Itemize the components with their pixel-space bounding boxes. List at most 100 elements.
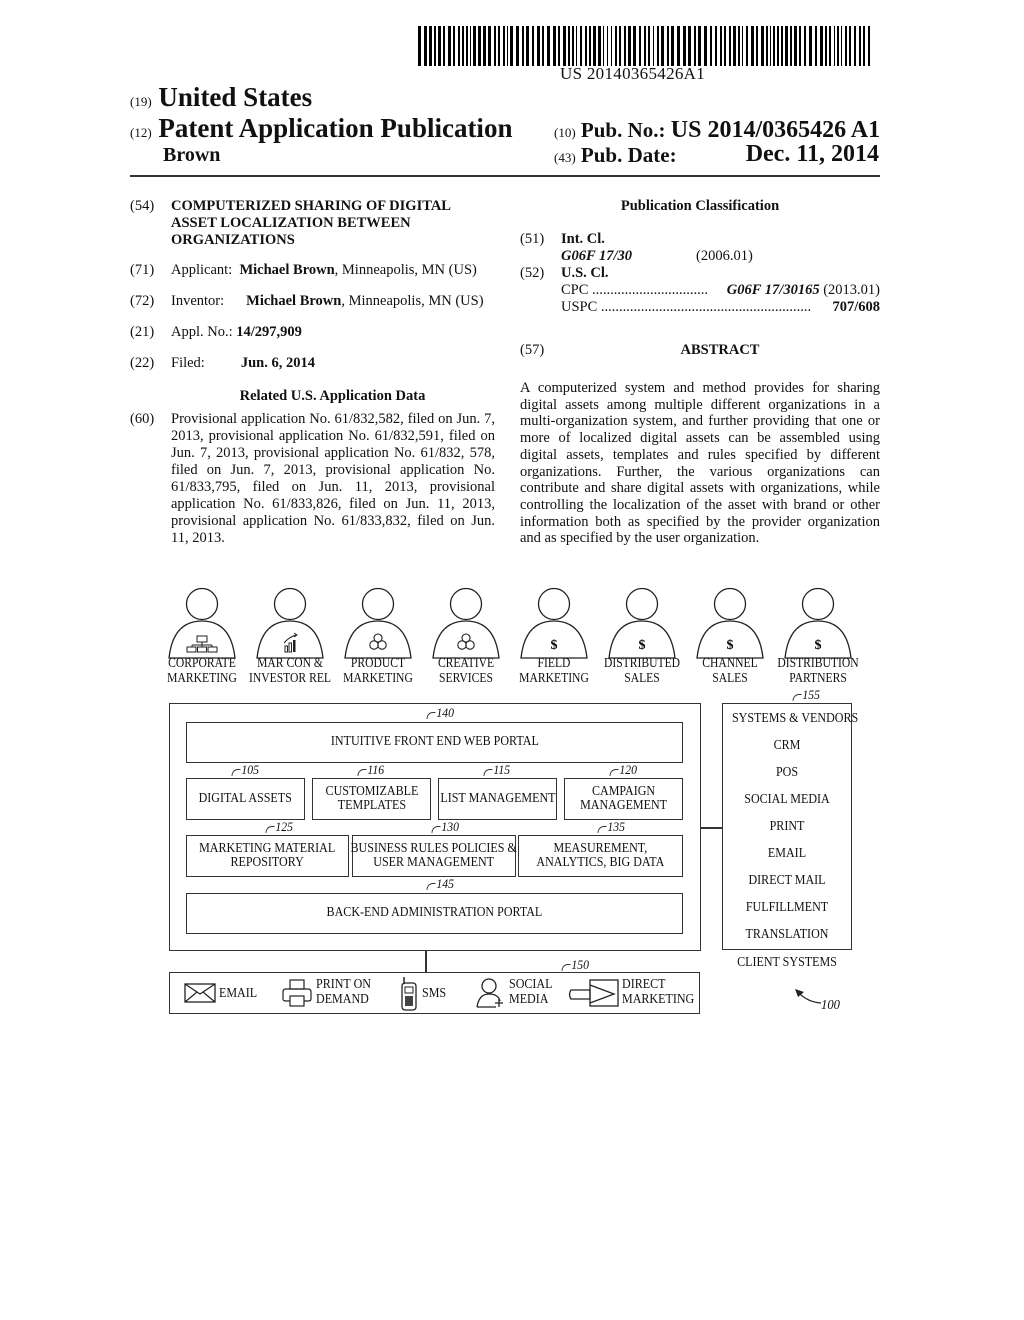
- int-class-field: (51) Int. Cl. G06F 17/30 (2006.01): [520, 231, 880, 265]
- barcode-bar: [698, 26, 701, 66]
- barcode-bar: [733, 26, 736, 66]
- barcode-bar: [777, 26, 779, 66]
- application-number-field: (21) Appl. No.: 14/297,909: [130, 324, 495, 355]
- barcode-bar: [715, 26, 717, 66]
- barcode-bar: [473, 26, 476, 66]
- barcode-bar: [677, 26, 680, 66]
- barcode-bar: [859, 26, 861, 66]
- user-group-label-line1: FIELD: [537, 655, 571, 670]
- cpc-leader: ................................: [592, 282, 709, 298]
- growth-chart-icon: [283, 632, 298, 653]
- printer-icon: [282, 979, 312, 1007]
- user-group: $ CHANNEL SALES: [685, 586, 775, 686]
- person-icon: $: [696, 587, 764, 659]
- barcode-bar: [532, 26, 534, 66]
- barcode-bar: [547, 26, 550, 66]
- barcode-bar: [503, 26, 505, 66]
- user-group-label-line2: MARKETING: [343, 670, 413, 685]
- title-line: COMPUTERIZED SHARING OF DIGITAL: [171, 198, 451, 214]
- module-label-line1: LIST MANAGEMENT: [439, 790, 556, 806]
- author-surname: Brown: [163, 144, 221, 166]
- user-group-label-line1: CORPORATE: [168, 655, 236, 670]
- ref-130: 130: [432, 819, 459, 835]
- system-item: CRM: [773, 738, 801, 753]
- abstract-heading-row: (57) ABSTRACT: [520, 342, 880, 359]
- title-field: (54) COMPUTERIZED SHARING OF DIGITAL ASS…: [130, 198, 495, 252]
- barcode-bar: [761, 26, 764, 66]
- back-end-portal-label: BACK-END ADMINISTRATION PORTAL: [326, 905, 543, 921]
- person-icon: [256, 587, 324, 659]
- barcode-bar: [483, 26, 486, 66]
- uspc-class: 707/608: [832, 299, 880, 315]
- filed-date: Jun. 6, 2014: [240, 355, 315, 371]
- filed: Filed: Jun. 6, 2014: [171, 355, 315, 372]
- barcode-bar: [576, 26, 577, 66]
- module-label-line2: TEMPLATES: [337, 798, 406, 813]
- connector-platform-systems: [701, 827, 723, 829]
- barcode-bar: [710, 26, 712, 66]
- delivery-channels-box: EMAIL PRINT ON DEMAND SMS SOCIAL MEDIA D…: [169, 972, 700, 1014]
- title-line: ORGANIZATIONS: [171, 232, 295, 248]
- ref-140: 140: [427, 705, 454, 721]
- barcode-bar: [498, 26, 500, 66]
- barcode-bar: [820, 26, 823, 66]
- application-number-label: Appl. No.:: [171, 324, 233, 340]
- module-label-line2: ANALYTICS, BIG DATA: [536, 855, 665, 870]
- channel-direct-label-line2: MARKETING: [622, 992, 695, 1007]
- pub-date-label: Pub. Date:: [580, 143, 677, 167]
- inventor-code: (72): [130, 293, 155, 309]
- ref-125: 125: [266, 819, 293, 835]
- cpc-version: (2013.01): [823, 282, 880, 298]
- user-group: CREATIVE SERVICES: [421, 586, 511, 686]
- barcode-bar: [624, 26, 626, 66]
- barcode-bar: [729, 26, 731, 66]
- user-group: PRODUCT MARKETING: [333, 586, 423, 686]
- barcode-bar: [589, 26, 591, 66]
- user-group: $ DISTRIBUTED SALES: [597, 586, 687, 686]
- application-number-value: 14/297,909: [236, 324, 302, 340]
- barcode-bar: [510, 26, 513, 66]
- int-class-version: (2006.01): [696, 248, 753, 264]
- barcode-bar: [611, 26, 612, 66]
- circles-icon: [369, 633, 387, 650]
- barcode-bar: [742, 26, 743, 66]
- ref-150: 150: [562, 957, 589, 973]
- user-group: MAR CON & INVESTOR REL: [245, 586, 335, 686]
- barcode-bar: [790, 26, 792, 66]
- system-item: PRINT: [769, 819, 805, 834]
- barcode-bar: [615, 26, 617, 66]
- ref-155: 155: [793, 687, 820, 703]
- barcode-bar: [488, 26, 491, 66]
- inventor-label: Inventor:: [171, 293, 225, 309]
- barcode-bar: [537, 26, 540, 66]
- filed-code: (22): [130, 355, 155, 371]
- application-number-code: (21): [130, 324, 155, 340]
- barcode-bar: [781, 26, 783, 66]
- ref-135: 135: [598, 819, 625, 835]
- figure-ref-arrow-icon: [795, 989, 822, 1004]
- channel-social-label-line2: MEDIA: [509, 992, 549, 1007]
- barcode-bar: [466, 26, 468, 66]
- pub-number: US 2014/0365426 A1: [670, 117, 881, 143]
- svg-text:$: $: [815, 638, 822, 653]
- barcode-bar: [667, 26, 669, 66]
- barcode-bar: [694, 26, 696, 66]
- user-group-label-line2: INVESTOR REL: [248, 670, 332, 685]
- system-item: DIRECT MAIL: [748, 873, 826, 888]
- uspc-label: USPC: [561, 299, 598, 315]
- dollar-icon: $: [727, 638, 734, 653]
- filed-label: Filed:: [171, 355, 205, 371]
- inventor-location: , Minneapolis, MN (US): [341, 293, 484, 309]
- barcode-bar: [657, 26, 659, 66]
- user-group-label-line2: SALES: [712, 670, 748, 685]
- barcode-bar: [671, 26, 674, 66]
- header-divider: [130, 175, 880, 177]
- pub-date-line: (43) Pub. Date: Dec. 11, 2014: [554, 141, 879, 168]
- direct-arrow-icon: [568, 979, 619, 1007]
- barcode-bar: [688, 26, 691, 66]
- barcode-bar: [434, 26, 436, 66]
- publication-type-code: (12): [130, 125, 152, 140]
- barcode-bar: [738, 26, 740, 66]
- applicant: Applicant: Michael Brown, Minneapolis, M…: [171, 262, 477, 279]
- person-icon: [168, 587, 236, 659]
